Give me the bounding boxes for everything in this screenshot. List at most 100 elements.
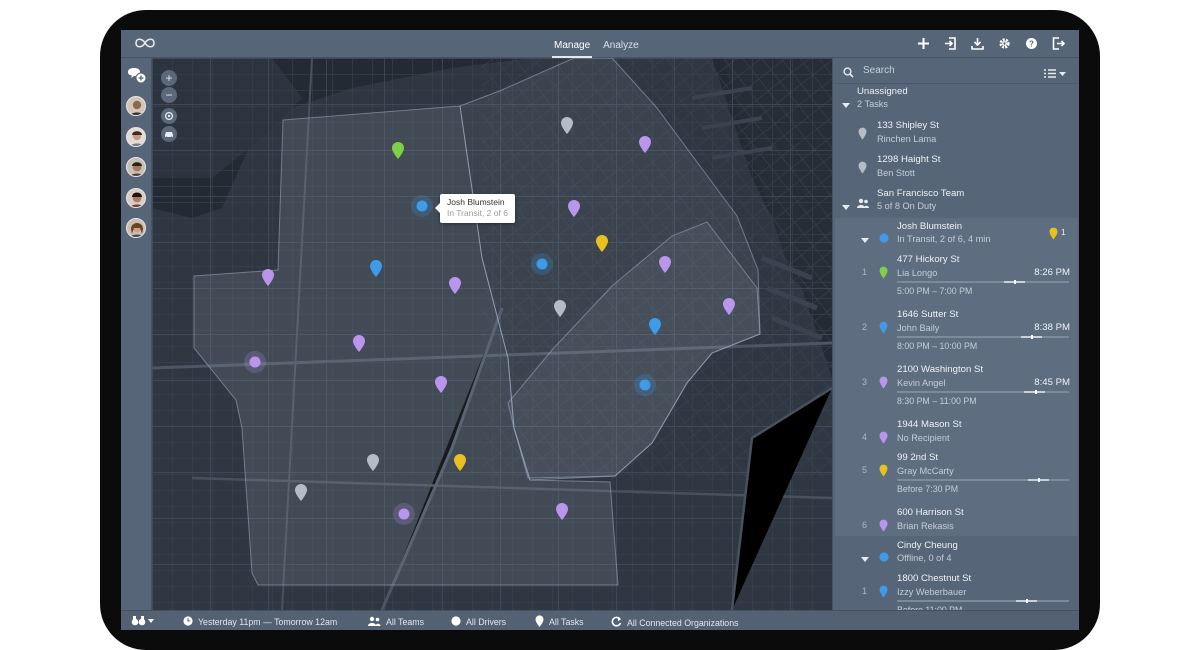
teams-filter[interactable]: All Teams — [368, 616, 424, 628]
purple-task-pin[interactable] — [723, 298, 735, 315]
task-address: 1298 Haight St — [877, 154, 941, 165]
team-icon — [368, 616, 381, 628]
purple-task-pin[interactable] — [639, 136, 651, 153]
blue-task-pin[interactable] — [649, 318, 661, 335]
download-icon[interactable] — [971, 37, 984, 50]
tooltip-driver-status: In Transit, 2 of 6 — [447, 208, 508, 218]
green-task-pin[interactable] — [392, 142, 404, 159]
drivers-filter[interactable]: All Drivers — [451, 616, 506, 628]
group-count: 2 Tasks — [857, 99, 888, 109]
import-icon[interactable] — [944, 37, 957, 50]
logout-icon[interactable] — [1052, 37, 1065, 50]
avatar[interactable] — [126, 96, 146, 116]
pin-icon — [535, 615, 544, 629]
purple-task-pin[interactable] — [659, 256, 671, 273]
map-pins[interactable] — [152, 58, 832, 610]
team-status: 5 of 8 On Duty — [877, 201, 937, 211]
date-range-filter[interactable]: Yesterday 11pm — Tomorrow 12am — [183, 616, 337, 628]
chat-add-icon[interactable] — [127, 67, 147, 90]
task-number: 5 — [862, 465, 868, 475]
task-address: 1646 Sutter St — [897, 309, 959, 320]
teams-label: All Teams — [386, 617, 424, 627]
task-panel: Unassigned 2 Tasks 133 Shipley St Rinche… — [832, 58, 1079, 610]
task-row[interactable]: 6 600 Harrison St Brian Rekasis — [833, 507, 1079, 557]
task-address: 2100 Washington St — [897, 364, 984, 375]
task-recipient: Lia Longo — [897, 268, 938, 278]
task-number: 4 — [862, 432, 868, 442]
tab-manage[interactable]: Manage — [551, 30, 593, 58]
driver-row-josh[interactable]: Josh Blumstein In Transit, 2 of 6, 4 min… — [833, 221, 1079, 249]
task-number: 3 — [862, 377, 868, 387]
driver-badge-count: 1 — [1061, 227, 1066, 237]
task-pin-icon — [879, 585, 888, 603]
task-eta: 8:38 PM — [1034, 322, 1070, 333]
search-icon — [843, 65, 854, 83]
purple-task-pin[interactable] — [353, 335, 365, 352]
list-item[interactable]: 1298 Haight St Ben Stott — [833, 154, 1079, 184]
gear-icon[interactable] — [998, 37, 1011, 50]
task-number: 1 — [862, 586, 868, 596]
task-row[interactable]: 5 99 2nd St Gray McCarty Before 7:30 PM — [833, 452, 1079, 502]
avatar[interactable] — [126, 157, 146, 177]
purple-task-pin[interactable] — [556, 503, 568, 520]
task-recipient: John Baily — [897, 323, 940, 333]
tab-analyze[interactable]: Analyze — [603, 30, 639, 58]
organizations-filter[interactable]: All Connected Organizations — [611, 616, 739, 629]
list-view-icon[interactable] — [1044, 66, 1068, 84]
team-icon — [857, 195, 869, 213]
yellow-pin-icon — [1049, 227, 1058, 245]
task-row[interactable]: 1 477 Hickory St Lia Longo 8:26 PM 5:00 PM… — [833, 254, 1079, 304]
task-progress-bar — [897, 280, 1069, 284]
task-recipient: Gray McCarty — [897, 466, 954, 476]
organizations-label: All Connected Organizations — [627, 617, 739, 628]
driver-dot-icon — [451, 616, 461, 628]
search-bar — [833, 58, 1079, 84]
purple-task-pin[interactable] — [568, 200, 580, 217]
task-location-dot[interactable] — [244, 351, 266, 373]
chevron-down-icon[interactable] — [842, 198, 850, 216]
driver-location-dot[interactable] — [531, 253, 553, 275]
gray-task-pin[interactable] — [295, 484, 307, 501]
task-recipient: No Recipient — [897, 433, 950, 443]
binoculars-icon[interactable] — [131, 615, 155, 626]
map-view[interactable]: + − Josh Blumstein In Transit, 2 of 6 — [152, 58, 832, 610]
blue-task-pin[interactable] — [370, 260, 382, 277]
main-tabs: Manage Analyze — [551, 30, 639, 58]
task-address: 477 Hickory St — [897, 254, 960, 265]
task-pin-icon — [879, 266, 888, 284]
gray-task-pin[interactable] — [561, 117, 573, 134]
gray-task-pin[interactable] — [554, 300, 566, 317]
drivers-label: All Drivers — [466, 617, 507, 627]
yellow-task-pin[interactable] — [596, 235, 608, 252]
task-recipient: Izzy Weberbauer — [897, 587, 967, 597]
search-input[interactable] — [863, 65, 1013, 76]
team-group[interactable]: San Francisco Team 5 of 8 On Duty — [833, 188, 1079, 216]
task-row[interactable]: 1 1800 Chestnut St Izzy Weberbauer Before… — [833, 573, 1079, 610]
help-icon[interactable]: ? — [1025, 37, 1038, 50]
gray-task-pin[interactable] — [367, 454, 379, 471]
avatar[interactable] — [126, 218, 146, 238]
chevron-down-icon[interactable] — [842, 96, 850, 114]
task-progress-marker — [1026, 599, 1028, 603]
team-name: San Francisco Team — [877, 188, 965, 199]
purple-task-pin[interactable] — [449, 277, 461, 294]
task-row[interactable]: 3 2100 Washington St Kevin Angel 8:45 PM 8… — [833, 364, 1079, 414]
purple-task-pin[interactable] — [262, 269, 274, 286]
task-progress-bar — [897, 335, 1069, 339]
driver-location-dot[interactable] — [634, 374, 656, 396]
plus-icon[interactable] — [917, 37, 930, 50]
tasks-filter[interactable]: All Tasks — [535, 615, 584, 629]
task-location-dot[interactable] — [393, 503, 415, 525]
avatar[interactable] — [126, 188, 146, 208]
task-eta: 8:26 PM — [1034, 267, 1070, 278]
avatar[interactable] — [126, 127, 146, 147]
purple-task-pin[interactable] — [435, 376, 447, 393]
task-address: 133 Shipley St — [877, 120, 939, 131]
gray-pin-icon — [858, 127, 867, 145]
list-item[interactable]: 133 Shipley St Rinchen Lama — [833, 120, 1079, 150]
chevron-down-icon[interactable] — [861, 231, 869, 249]
task-recipient: Kevin Angel — [897, 378, 946, 388]
yellow-task-pin[interactable] — [454, 454, 466, 471]
driver-location-dot[interactable] — [411, 195, 433, 217]
task-row[interactable]: 2 1646 Sutter St John Baily 8:38 PM 8:00 P… — [833, 309, 1079, 359]
